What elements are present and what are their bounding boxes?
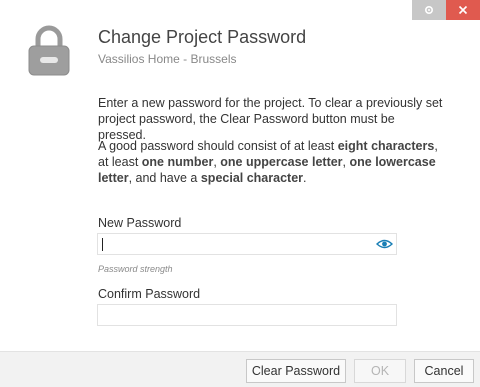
dialog-title: Change Project Password [98, 27, 307, 47]
new-password-field[interactable] [97, 233, 397, 255]
intro-text: Enter a new password for the project. To… [98, 96, 443, 142]
lock-icon [28, 25, 70, 76]
gear-icon [424, 5, 434, 15]
confirm-password-field[interactable] [97, 304, 397, 326]
close-button[interactable] [446, 0, 480, 20]
titlebar-buttons [412, 0, 480, 20]
project-name: Vassilios Home - Brussels [98, 52, 237, 66]
close-icon [458, 5, 468, 15]
password-strength-label: Password strength [98, 264, 173, 274]
ok-button[interactable]: OK [354, 359, 406, 383]
clear-password-button[interactable]: Clear Password [246, 359, 346, 383]
cancel-button[interactable]: Cancel [414, 359, 474, 383]
text-caret [102, 238, 103, 251]
eye-icon[interactable] [376, 238, 393, 250]
settings-button[interactable] [412, 0, 446, 20]
confirm-password-label: Confirm Password [98, 287, 201, 301]
dialog-footer: Clear Password OK Cancel [0, 351, 480, 387]
new-password-label: New Password [98, 216, 182, 230]
password-requirements: A good password should consist of at lea… [98, 139, 438, 185]
